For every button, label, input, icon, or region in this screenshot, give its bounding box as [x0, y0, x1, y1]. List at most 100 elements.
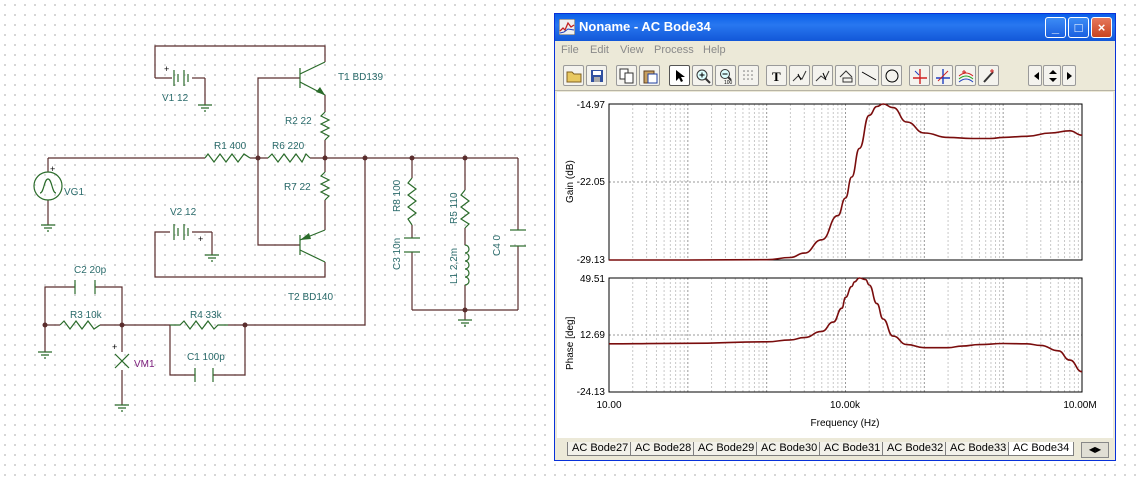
label-r7: R7 22	[284, 182, 311, 193]
x-axis-label: Frequency (Hz)	[811, 418, 880, 429]
tab-ac-bode29[interactable]: AC Bode29	[693, 442, 760, 456]
tab-scroll-button[interactable]: ◀▶	[1081, 442, 1109, 458]
zoom-in-button[interactable]	[692, 65, 713, 86]
tab-ac-bode33[interactable]: AC Bode33	[945, 442, 1012, 456]
tab-strip: AC Bode27 AC Bode28 AC Bode29 AC Bode30 …	[557, 440, 1113, 458]
label-r5: R5 110	[449, 192, 460, 224]
gain-grid	[608, 104, 1083, 260]
bode-plot-window: Noname - AC Bode34 _ □ × File Edit View …	[554, 13, 1116, 461]
pointer-button[interactable]	[669, 65, 690, 86]
bode-plot[interactable]: -14.97 -22.05 -29.13 49.51 12.69 -24.13 …	[557, 92, 1113, 438]
grid-icon	[743, 70, 753, 80]
phase-tick-top: 49.51	[580, 274, 605, 285]
line-icon	[861, 71, 877, 81]
label-v2: V2 12	[170, 207, 197, 218]
menu-help[interactable]: Help	[703, 44, 726, 56]
label-r1: R1 400	[214, 141, 247, 152]
label-vm1: VM1	[134, 359, 155, 370]
phase-grid	[608, 278, 1083, 392]
app-icon	[559, 19, 575, 35]
grid-button[interactable]	[738, 65, 759, 86]
label-l1: L1 2,2m	[449, 248, 460, 284]
zoom-100-label: 100	[724, 80, 733, 84]
phase-series-line	[608, 277, 1083, 373]
gain-tick-mid: -22.05	[577, 177, 606, 188]
pen-button[interactable]	[978, 65, 999, 86]
save-icon	[591, 70, 603, 82]
label-c4: C4 0	[492, 234, 503, 256]
phase-axis-label: Phase [deg]	[565, 316, 576, 370]
cursor-b-button[interactable]	[812, 65, 833, 86]
label-r6: R6 220	[272, 141, 305, 152]
marker-icon	[839, 70, 853, 83]
svg-text:+: +	[50, 164, 55, 174]
zoom-in-icon	[696, 69, 711, 84]
x-tick-10k: 10.00k	[830, 400, 861, 411]
open-icon	[566, 71, 582, 83]
cursor-blue-button[interactable]	[932, 65, 953, 86]
bode-chart: -14.97 -22.05 -29.13 49.51 12.69 -24.13 …	[565, 100, 1097, 429]
label-r8: R8 100	[392, 179, 403, 212]
menu-bar: File Edit View Process Help	[555, 41, 1115, 61]
close-button[interactable]: ×	[1091, 17, 1112, 38]
copy-button[interactable]	[616, 65, 637, 86]
menu-view[interactable]: View	[620, 44, 644, 56]
menu-file[interactable]: File	[561, 44, 579, 56]
svg-text:+: +	[164, 64, 169, 74]
nav-right-button[interactable]	[1062, 65, 1076, 86]
svg-text:T: T	[772, 69, 781, 84]
zoom-100-icon: 100	[720, 69, 733, 84]
copy-icon	[619, 68, 634, 84]
cursor-red-button[interactable]	[909, 65, 930, 86]
tab-ac-bode32[interactable]: AC Bode32	[882, 442, 949, 456]
paste-button[interactable]	[639, 65, 660, 86]
x-tick-10M: 10.00M	[1063, 400, 1096, 411]
tab-ac-bode30[interactable]: AC Bode30	[756, 442, 823, 456]
window-title: Noname - AC Bode34	[579, 19, 711, 34]
label-r2: R2 22	[285, 116, 312, 127]
tab-ac-bode27[interactable]: AC Bode27	[567, 442, 634, 456]
cursor-b-icon	[815, 70, 830, 82]
label-t2: T2 BD140	[288, 292, 333, 303]
gain-axis-label: Gain (dB)	[565, 160, 576, 203]
curves-icon	[958, 70, 974, 83]
svg-text:+: +	[112, 342, 117, 352]
save-button[interactable]	[586, 65, 607, 86]
line-button[interactable]	[858, 65, 879, 86]
tab-ac-bode34[interactable]: AC Bode34	[1008, 442, 1075, 456]
label-vg1: VG1	[64, 187, 84, 198]
maximize-button[interactable]: □	[1068, 17, 1089, 38]
curves-button[interactable]	[955, 65, 976, 86]
title-bar[interactable]: Noname - AC Bode34 _ □ ×	[555, 14, 1115, 41]
svg-text:+: +	[198, 234, 203, 244]
tab-ac-bode31[interactable]: AC Bode31	[819, 442, 886, 456]
nav-left-button[interactable]	[1028, 65, 1042, 86]
menu-process[interactable]: Process	[654, 44, 694, 56]
tab-ac-bode28[interactable]: AC Bode28	[630, 442, 697, 456]
cursor-blue-icon	[936, 69, 950, 84]
label-r4: R4 33k	[190, 310, 223, 321]
label-c1: C1 100p	[187, 352, 225, 363]
label-v1: V1 12	[162, 93, 189, 104]
phase-tick-bottom: -24.13	[577, 387, 606, 398]
cursor-a-icon	[792, 70, 807, 82]
circle-button[interactable]	[881, 65, 902, 86]
text-icon: T	[772, 69, 781, 84]
menu-edit[interactable]: Edit	[590, 44, 609, 56]
cursor-a-button[interactable]	[789, 65, 810, 86]
gain-tick-bottom: -29.13	[577, 255, 606, 266]
marker-button[interactable]	[835, 65, 856, 86]
nav-updown-button[interactable]	[1043, 65, 1061, 86]
label-c3: C3 10n	[392, 238, 403, 270]
circuit-schematic: ++++ V1 12 T1 BD139 R2 22 R1 400 R6 220 …	[33, 45, 526, 412]
gain-tick-top: -14.97	[577, 100, 606, 111]
text-button[interactable]: T	[766, 65, 787, 86]
x-tick-10: 10.00	[596, 400, 621, 411]
open-button[interactable]	[563, 65, 584, 86]
minimize-button[interactable]: _	[1045, 17, 1066, 38]
nav-updown-icon	[1049, 70, 1057, 82]
label-r3: R3 10k	[70, 310, 103, 321]
zoom-100-button[interactable]: 100	[715, 65, 736, 86]
pointer-icon	[676, 70, 685, 82]
cursor-red-icon	[913, 69, 927, 84]
